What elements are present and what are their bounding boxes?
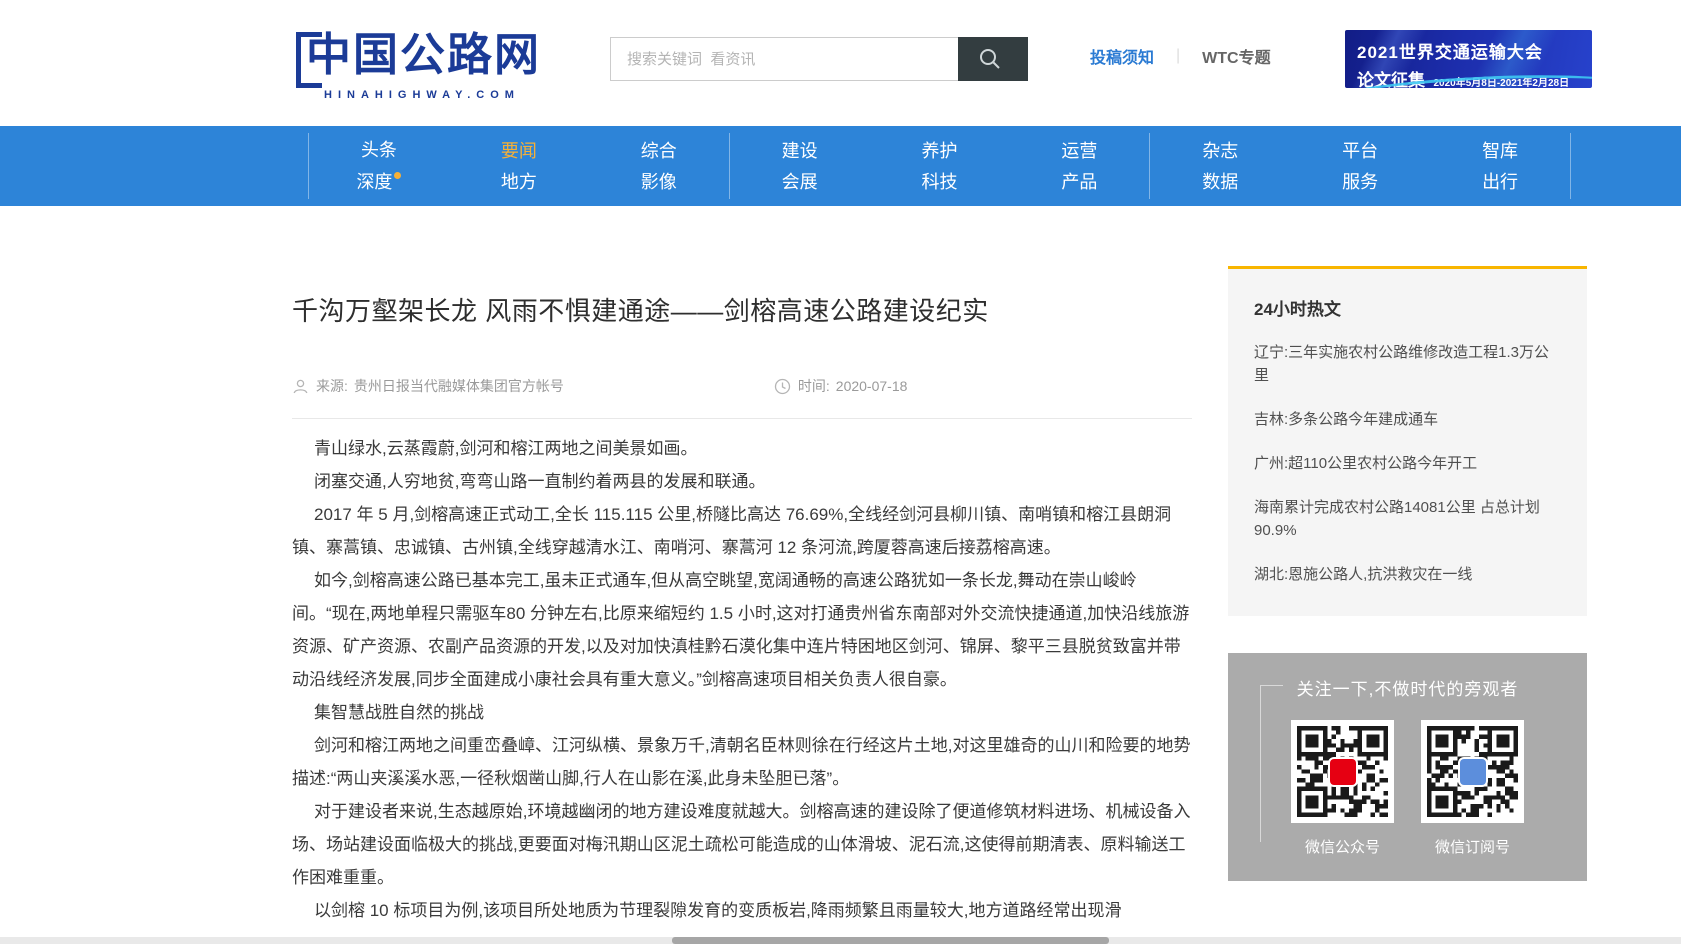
nav-link-top[interactable]: 智库	[1482, 142, 1518, 160]
logo-subtitle: HINAHIGHWAY.COM	[296, 89, 541, 101]
nav-group: 杂志数据平台服务智库出行	[1149, 133, 1571, 199]
time-label: 时间:	[798, 376, 830, 396]
article-paragraph: 闭塞交通,人穷地贫,弯弯山路一直制约着两县的发展和联通。	[292, 465, 1192, 498]
hot-list-item[interactable]: 吉林:多条公路今年建成通车	[1254, 408, 1561, 431]
hot-articles-box: 24小时热文 辽宁:三年实施农村公路维修改造工程1.3万公里吉林:多条公路今年建…	[1228, 266, 1587, 616]
article-paragraph: 剑河和榕江两地之间重峦叠嶂、江河纵横、景象万千,清朝名臣林则徐在行经这片土地,对…	[292, 729, 1192, 795]
qr-label: 微信公众号	[1291, 836, 1394, 857]
nav-link-top[interactable]: 运营	[1061, 142, 1097, 160]
nav-link-bottom[interactable]: 深度	[356, 172, 401, 191]
search-bar	[610, 37, 1028, 81]
nav-link-top[interactable]: 杂志	[1202, 142, 1238, 160]
article-body: 青山绿水,云蒸霞蔚,剑河和榕江两地之间美景如画。闭塞交通,人穷地贫,弯弯山路一直…	[292, 432, 1192, 927]
article-paragraph: 2017 年 5 月,剑榕高速正式动工,全长 115.115 公里,桥隧比高达 …	[292, 498, 1192, 564]
qr-code	[1291, 720, 1394, 823]
nav-link-bottom[interactable]: 出行	[1482, 173, 1518, 191]
nav-item-8: 智库出行	[1430, 133, 1570, 199]
search-icon	[977, 46, 1003, 72]
article-paragraph: 如今,剑榕高速公路已基本完工,虽未正式通车,但从高空眺望,宽阔通畅的高速公路犹如…	[292, 564, 1192, 696]
time-value: 2020-07-18	[836, 378, 908, 394]
article-divider	[292, 418, 1192, 419]
author-icon	[292, 378, 309, 395]
nav-link-bottom[interactable]: 服务	[1342, 173, 1378, 191]
hot-list-item[interactable]: 辽宁:三年实施农村公路维修改造工程1.3万公里	[1254, 341, 1561, 387]
article-paragraph: 以剑榕 10 标项目为例,该项目所处地质为节理裂隙发育的变质板岩,降雨频繁且雨量…	[292, 894, 1192, 927]
nav-item-2: 综合影像	[589, 133, 729, 199]
banner-title: 2021世界交通运输大会	[1357, 38, 1582, 63]
horizontal-scrollbar	[0, 937, 1681, 944]
hot-list-item[interactable]: 广州:超110公里农村公路今年开工	[1254, 452, 1561, 475]
article-paragraph: 青山绿水,云蒸霞蔚,剑河和榕江两地之间美景如画。	[292, 432, 1192, 465]
hot-articles-list: 辽宁:三年实施农村公路维修改造工程1.3万公里吉林:多条公路今年建成通车广州:超…	[1254, 341, 1561, 586]
nav-group: 建设会展养护科技运营产品	[729, 133, 1150, 199]
page: 中国公路网 HINAHIGHWAY.COM 投稿须知 | WTC专题 2021世…	[0, 0, 1681, 944]
article: 千沟万壑架长龙 风雨不惧建通途——剑榕高速公路建设纪实 来源: 贵州日报当代融媒…	[292, 206, 1192, 927]
main-nav: 头条深度要闻地方综合影像建设会展养护科技运营产品杂志数据平台服务智库出行	[0, 126, 1681, 206]
article-title: 千沟万壑架长龙 风雨不惧建通途——剑榕高速公路建设纪实	[292, 291, 1192, 328]
nav-link-top[interactable]: 平台	[1342, 142, 1378, 160]
nav-item-4: 养护科技	[870, 133, 1010, 199]
qr-block-1: 微信订阅号	[1421, 720, 1524, 857]
links-divider: |	[1176, 47, 1180, 65]
main-nav-groups: 头条深度要闻地方综合影像建设会展养护科技运营产品杂志数据平台服务智库出行	[308, 133, 1571, 199]
nav-item-6: 杂志数据	[1150, 133, 1290, 199]
nav-group: 头条深度要闻地方综合影像	[308, 133, 729, 199]
hot-list-item[interactable]: 海南累计完成农村公路14081公里 占总计划90.9%	[1254, 496, 1561, 542]
qr-label: 微信订阅号	[1421, 836, 1524, 857]
nav-link-bottom[interactable]: 影像	[641, 173, 677, 191]
time-meta: 时间: 2020-07-18	[774, 376, 908, 396]
search-input[interactable]	[610, 37, 958, 81]
search-button[interactable]	[958, 37, 1028, 81]
qr-code	[1421, 720, 1524, 823]
article-meta: 来源: 贵州日报当代融媒体集团官方帐号 时间: 2020-07-18	[292, 376, 1192, 396]
hot-list-item[interactable]: 湖北:恩施公路人,抗洪救灾在一线	[1254, 563, 1561, 586]
nav-link-bottom[interactable]: 地方	[501, 173, 537, 191]
article-paragraph: 集智慧战胜自然的挑战	[292, 696, 1192, 729]
site-header: 中国公路网 HINAHIGHWAY.COM 投稿须知 | WTC专题 2021世…	[0, 0, 1681, 126]
banner-callforpapers: 论文征集	[1357, 71, 1425, 88]
wechat-follow-title: 关注一下,不做时代的旁观者	[1228, 675, 1587, 700]
banner-dates: 2020年5月8日-2021年2月28日	[1433, 78, 1569, 88]
nav-item-1: 要闻地方	[449, 133, 589, 199]
qr-block-0: 微信公众号	[1291, 720, 1394, 857]
horizontal-scrollbar-thumb[interactable]	[672, 937, 1109, 944]
nav-link-top[interactable]: 头条	[361, 141, 397, 159]
nav-link-top[interactable]: 综合	[641, 142, 677, 160]
hot-articles-title: 24小时热文	[1254, 295, 1561, 320]
wechat-follow-box: 关注一下,不做时代的旁观者 微信公众号 微信订阅号	[1228, 653, 1587, 881]
qr-row: 微信公众号 微信订阅号	[1228, 720, 1587, 857]
new-dot-icon	[394, 172, 401, 179]
sidebar: 24小时热文 辽宁:三年实施农村公路维修改造工程1.3万公里吉林:多条公路今年建…	[1228, 266, 1587, 881]
nav-item-7: 平台服务	[1290, 133, 1430, 199]
qr-center-logo	[1460, 759, 1486, 785]
clock-icon	[774, 378, 791, 395]
nav-link-bottom[interactable]: 数据	[1202, 173, 1238, 191]
event-banner[interactable]: 2021世界交通运输大会 论文征集 2020年5月8日-2021年2月28日	[1345, 30, 1592, 88]
wtc-topic-link[interactable]: WTC专题	[1202, 44, 1270, 68]
submission-notice-link[interactable]: 投稿须知	[1090, 44, 1154, 68]
banner-subtitle: 论文征集 2020年5月8日-2021年2月28日	[1357, 66, 1582, 88]
source-value: 贵州日报当代融媒体集团官方帐号	[354, 376, 564, 396]
nav-item-0: 头条深度	[309, 133, 449, 199]
nav-link-top[interactable]: 养护	[922, 142, 958, 160]
nav-item-5: 运营产品	[1009, 133, 1149, 199]
logo-title: 中国公路网	[306, 26, 541, 85]
nav-link-bottom[interactable]: 会展	[782, 173, 818, 191]
nav-link-top[interactable]: 建设	[782, 142, 818, 160]
nav-item-3: 建设会展	[730, 133, 870, 199]
qr-center-logo	[1330, 759, 1356, 785]
source-label: 来源:	[316, 376, 348, 396]
quick-links: 投稿须知 | WTC专题	[1090, 44, 1271, 68]
site-logo[interactable]: 中国公路网 HINAHIGHWAY.COM	[296, 26, 541, 101]
nav-link-bottom[interactable]: 产品	[1061, 173, 1097, 191]
article-paragraph: 对于建设者来说,生态越原始,环境越幽闭的地方建设难度就越大。剑榕高速的建设除了便…	[292, 795, 1192, 894]
nav-link-bottom[interactable]: 科技	[922, 173, 958, 191]
nav-link-top[interactable]: 要闻	[501, 142, 537, 160]
